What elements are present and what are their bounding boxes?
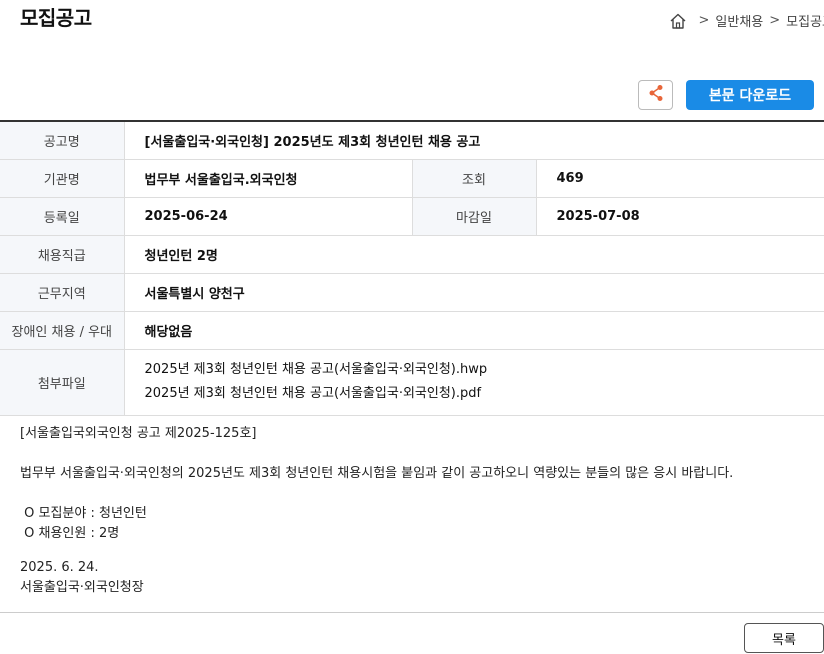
breadcrumb: > 일반채용 > 모집공고 (669, 11, 824, 30)
disability-value: 해당없음 (124, 311, 824, 350)
notice-info-table: 공고명 [서울출입국·외국인청] 2025년도 제3회 청년인턴 채용 공고 기… (0, 120, 824, 416)
notice-issuer: 서울출입국·외국인청장 (20, 580, 144, 595)
disability-label: 장애인 채용 / 우대 (0, 311, 125, 350)
deadline-value: 2025-07-08 (536, 197, 824, 236)
notice-body: [서울출입국외국인청 공고 제2025-125호] 법무부 서울출입국·외국인청… (20, 424, 733, 598)
table-row: 기관명 법무부 서울출입국.외국인청 조회 469 (0, 159, 824, 198)
org-value: 법무부 서울출입국.외국인청 (124, 159, 413, 198)
work-location-label: 근무지역 (0, 273, 125, 312)
notice-intro: 법무부 서울출입국·외국인청의 2025년도 제3회 청년인턴 채용시험을 붙임… (20, 466, 734, 481)
page-title: 모집공고 (20, 6, 92, 30)
breadcrumb-separator: > (698, 13, 710, 28)
share-icon (648, 84, 664, 106)
table-row: 근무지역 서울특별시 양천구 (0, 273, 824, 312)
list-button[interactable]: 목록 (744, 623, 824, 653)
registered-date-value: 2025-06-24 (124, 197, 413, 236)
table-row: 장애인 채용 / 우대 해당없음 (0, 311, 824, 350)
table-row: 등록일 2025-06-24 마감일 2025-07-08 (0, 197, 824, 236)
share-button[interactable] (638, 80, 673, 110)
grade-value: 청년인턴 2명 (124, 235, 824, 274)
work-location-value: 서울특별시 양천구 (124, 273, 824, 312)
table-row: 첨부파일 2025년 제3회 청년인턴 채용 공고(서울출입국·외국인청).hw… (0, 349, 824, 416)
table-row: 공고명 [서울출입국·외국인청] 2025년도 제3회 청년인턴 채용 공고 (0, 121, 824, 160)
grade-label: 채용직급 (0, 235, 125, 274)
breadcrumb-item-general-recruit[interactable]: 일반채용 (715, 11, 763, 30)
views-value: 469 (536, 159, 824, 198)
notice-title-label: 공고명 (0, 121, 125, 160)
recruit-count: O 채용인원 : 2명 (20, 526, 120, 541)
breadcrumb-separator: > (769, 13, 781, 28)
attachments-label: 첨부파일 (0, 349, 125, 416)
table-row: 채용직급 청년인턴 2명 (0, 235, 824, 274)
attachment-link-hwp[interactable]: 2025년 제3회 청년인턴 채용 공고(서울출입국·외국인청).hwp (145, 358, 824, 382)
home-icon[interactable] (669, 12, 687, 30)
divider (0, 612, 824, 613)
notice-date: 2025. 6. 24. (20, 560, 99, 575)
recruit-field: O 모집분야 : 청년인턴 (20, 506, 147, 521)
org-label: 기관명 (0, 159, 125, 198)
action-bar: 본문 다운로드 (638, 80, 814, 110)
notice-title-value: [서울출입국·외국인청] 2025년도 제3회 청년인턴 채용 공고 (124, 121, 824, 160)
breadcrumb-item-recruit-notice[interactable]: 모집공고 (786, 11, 824, 30)
registered-date-label: 등록일 (0, 197, 125, 236)
attachments-cell: 2025년 제3회 청년인턴 채용 공고(서울출입국·외국인청).hwp 202… (124, 349, 824, 416)
notice-number: [서울출입국외국인청 공고 제2025-125호] (20, 426, 257, 441)
attachment-link-pdf[interactable]: 2025년 제3회 청년인턴 채용 공고(서울출입국·외국인청).pdf (145, 382, 824, 406)
views-label: 조회 (412, 159, 537, 198)
download-body-button[interactable]: 본문 다운로드 (686, 80, 814, 110)
deadline-label: 마감일 (412, 197, 537, 236)
